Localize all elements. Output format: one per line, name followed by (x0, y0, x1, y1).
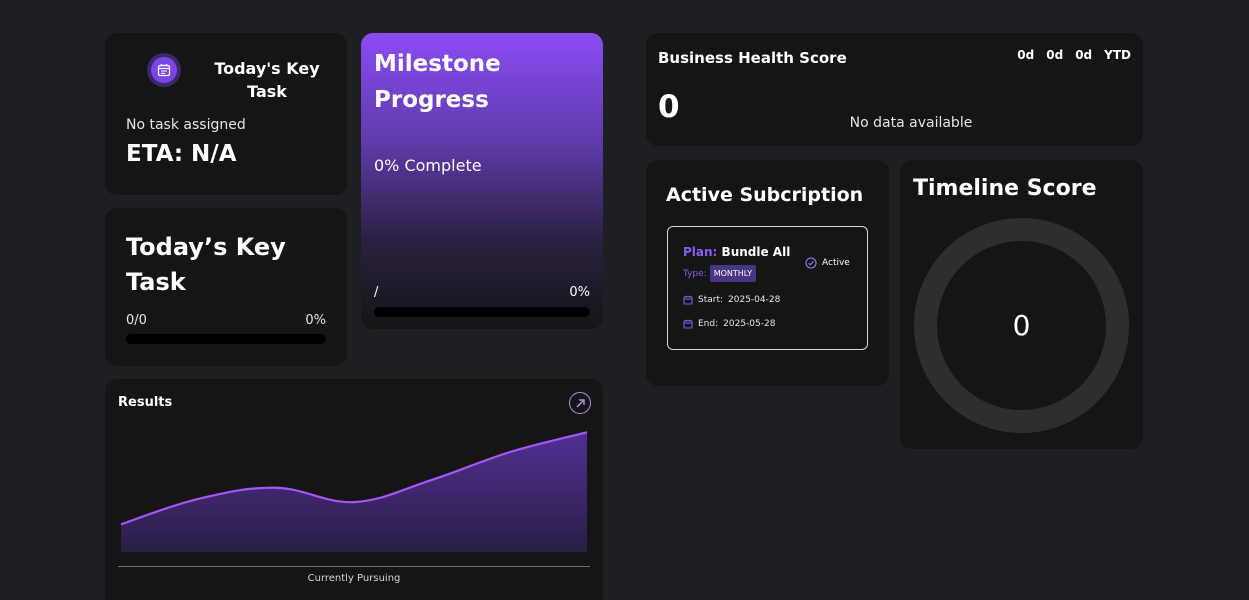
calendar-icon (683, 319, 693, 329)
health-no-data: No data available (849, 115, 973, 131)
start-label: Start: (698, 295, 724, 305)
status-text: Active (822, 258, 850, 268)
type-line: Type: MONTHLY (683, 265, 757, 282)
milestone-card: Milestone Progress 0% Complete / 0% (361, 33, 603, 329)
plan-line: Plan: Bundle All (683, 245, 790, 259)
period-filter-ytd[interactable]: YTD (1104, 48, 1131, 62)
key-task-status: No task assigned (126, 117, 246, 133)
milestone-fraction: / (374, 285, 379, 300)
end-label: End: (698, 319, 719, 329)
subscription-card: Active Subcription Plan: Bundle All Type… (646, 160, 889, 386)
key-task-progress-title: Today’s Key Task (126, 233, 286, 296)
expand-arrow-icon[interactable] (569, 392, 591, 414)
results-caption: Currently Pursuing (307, 573, 401, 584)
period-filter-3[interactable]: 0d (1075, 48, 1092, 62)
health-title: Business Health Score (658, 49, 847, 67)
plan-key: Plan: (683, 245, 718, 259)
start-date-row: Start: 2025-04-28 (683, 295, 780, 305)
results-title: Results (118, 395, 173, 410)
milestone-complete: 0% Complete (374, 156, 482, 175)
timeline-score-value: 0 (1012, 309, 1031, 342)
timeline-score-card: Timeline Score 0 (900, 160, 1143, 449)
results-card: Results Currently Pursuing (105, 379, 603, 600)
plan-value: Bundle All (721, 245, 791, 259)
key-task-eta: ETA: N/A (126, 141, 237, 167)
subscription-title: Active Subcription (666, 184, 864, 206)
calendar-icon (683, 295, 693, 305)
business-health-card: Business Health Score 0d 0d 0d YTD 0 No … (646, 33, 1143, 146)
end-value: 2025-05-28 (723, 319, 776, 329)
end-date-row: End: 2025-05-28 (683, 319, 775, 329)
subscription-details: Plan: Bundle All Type: MONTHLY Active St… (667, 226, 868, 350)
check-circle-icon (805, 257, 817, 269)
timeline-title: Timeline Score (913, 176, 1097, 201)
key-task-card: Today's Key Task No task assigned ETA: N… (105, 33, 347, 195)
calendar-icon (147, 53, 181, 87)
key-task-count: 0/0 (126, 313, 147, 328)
milestone-progress-bar (374, 307, 590, 317)
start-value: 2025-04-28 (728, 295, 781, 305)
key-task-title: Today's Key Task (214, 59, 320, 101)
key-task-progress-card: Today’s Key Task 0/0 0% (105, 208, 347, 366)
period-filter-2[interactable]: 0d (1046, 48, 1063, 62)
chart-baseline (118, 566, 590, 567)
period-filter-1[interactable]: 0d (1017, 48, 1034, 62)
key-task-progress-bar (126, 334, 326, 344)
key-task-percent: 0% (305, 313, 326, 328)
status-badge: Active (805, 257, 850, 269)
type-key: Type: (683, 268, 707, 279)
milestone-percent: 0% (569, 285, 590, 300)
health-period-filters: 0d 0d 0d YTD (1017, 48, 1131, 62)
type-badge: MONTHLY (709, 265, 757, 282)
milestone-title: Milestone Progress (374, 51, 501, 113)
